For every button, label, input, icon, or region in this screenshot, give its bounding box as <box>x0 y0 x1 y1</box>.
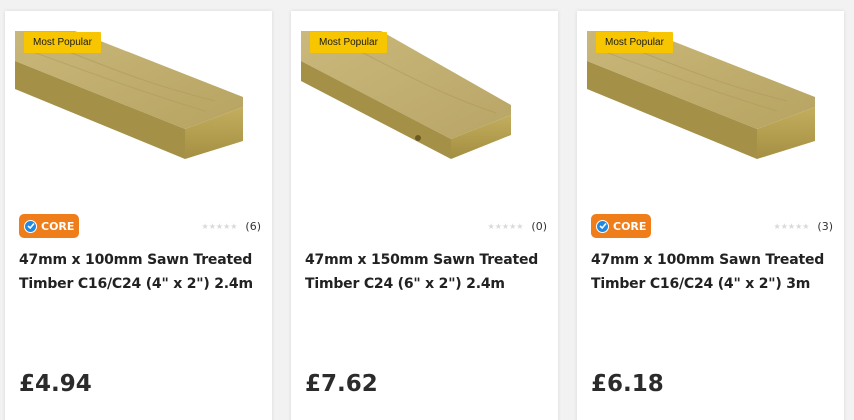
rating[interactable]: ★ ★ ★ ★ ★ (6) <box>202 220 261 233</box>
star-icon: ★ <box>223 221 231 231</box>
product-price: £7.62 <box>305 371 378 397</box>
product-title[interactable]: 47mm x 100mm Sawn Treated Timber C16/C24… <box>591 248 831 296</box>
star-icon: ★ <box>230 221 238 231</box>
product-price: £6.18 <box>591 371 664 397</box>
rating[interactable]: ★ ★ ★ ★ ★ (3) <box>774 220 833 233</box>
star-icon: ★ <box>780 221 788 231</box>
star-icon: ★ <box>516 221 524 231</box>
star-icon: ★ <box>215 221 224 231</box>
most-popular-badge: Most Popular <box>24 32 101 53</box>
product-meta: CORE ★ ★ ★ ★ ★ (6) <box>19 214 261 238</box>
most-popular-badge: Most Popular <box>596 32 673 53</box>
most-popular-badge: Most Popular <box>310 32 387 53</box>
product-price: £4.94 <box>19 371 92 397</box>
product-meta: CORE ★ ★ ★ ★ ★ (3) <box>591 214 833 238</box>
star-icon: ★ <box>494 221 502 231</box>
core-badge: CORE <box>591 214 651 238</box>
rating[interactable]: ★ ★ ★ ★ ★ (0) <box>488 220 547 233</box>
product-title[interactable]: 47mm x 100mm Sawn Treated Timber C16/C24… <box>19 248 259 296</box>
product-card[interactable]: Most Popular <box>577 11 844 420</box>
star-rating: ★ ★ ★ ★ ★ <box>488 222 524 232</box>
star-rating: ★ ★ ★ ★ ★ <box>202 222 238 232</box>
product-grid: Most Popular CORE ★ ★ ★ ★ ★ (6) 47mm x 1… <box>0 0 854 420</box>
star-icon: ★ <box>501 221 510 231</box>
timber-plank-icon <box>301 31 511 159</box>
product-card[interactable]: Most Popular <box>5 11 272 420</box>
star-icon: ★ <box>802 221 810 231</box>
timber-plank-icon <box>15 31 243 159</box>
timber-plank-icon <box>587 31 815 159</box>
check-icon <box>596 219 609 233</box>
star-icon: ★ <box>787 221 796 231</box>
review-count: (6) <box>245 220 261 233</box>
core-label: CORE <box>41 219 75 233</box>
review-count: (0) <box>531 220 547 233</box>
core-badge: CORE <box>19 214 79 238</box>
star-icon: ★ <box>773 221 781 231</box>
star-icon: ★ <box>795 221 803 231</box>
review-count: (3) <box>817 220 833 233</box>
product-card[interactable]: Most Popular <box>291 11 558 420</box>
star-icon: ★ <box>208 221 216 231</box>
core-label: CORE <box>613 219 647 233</box>
star-icon: ★ <box>201 221 209 231</box>
check-icon <box>24 219 37 233</box>
product-meta: ★ ★ ★ ★ ★ (0) <box>305 214 547 238</box>
star-icon: ★ <box>487 221 495 231</box>
star-rating: ★ ★ ★ ★ ★ <box>774 222 810 232</box>
star-icon: ★ <box>509 221 517 231</box>
product-title[interactable]: 47mm x 150mm Sawn Treated Timber C24 (6"… <box>305 248 545 296</box>
